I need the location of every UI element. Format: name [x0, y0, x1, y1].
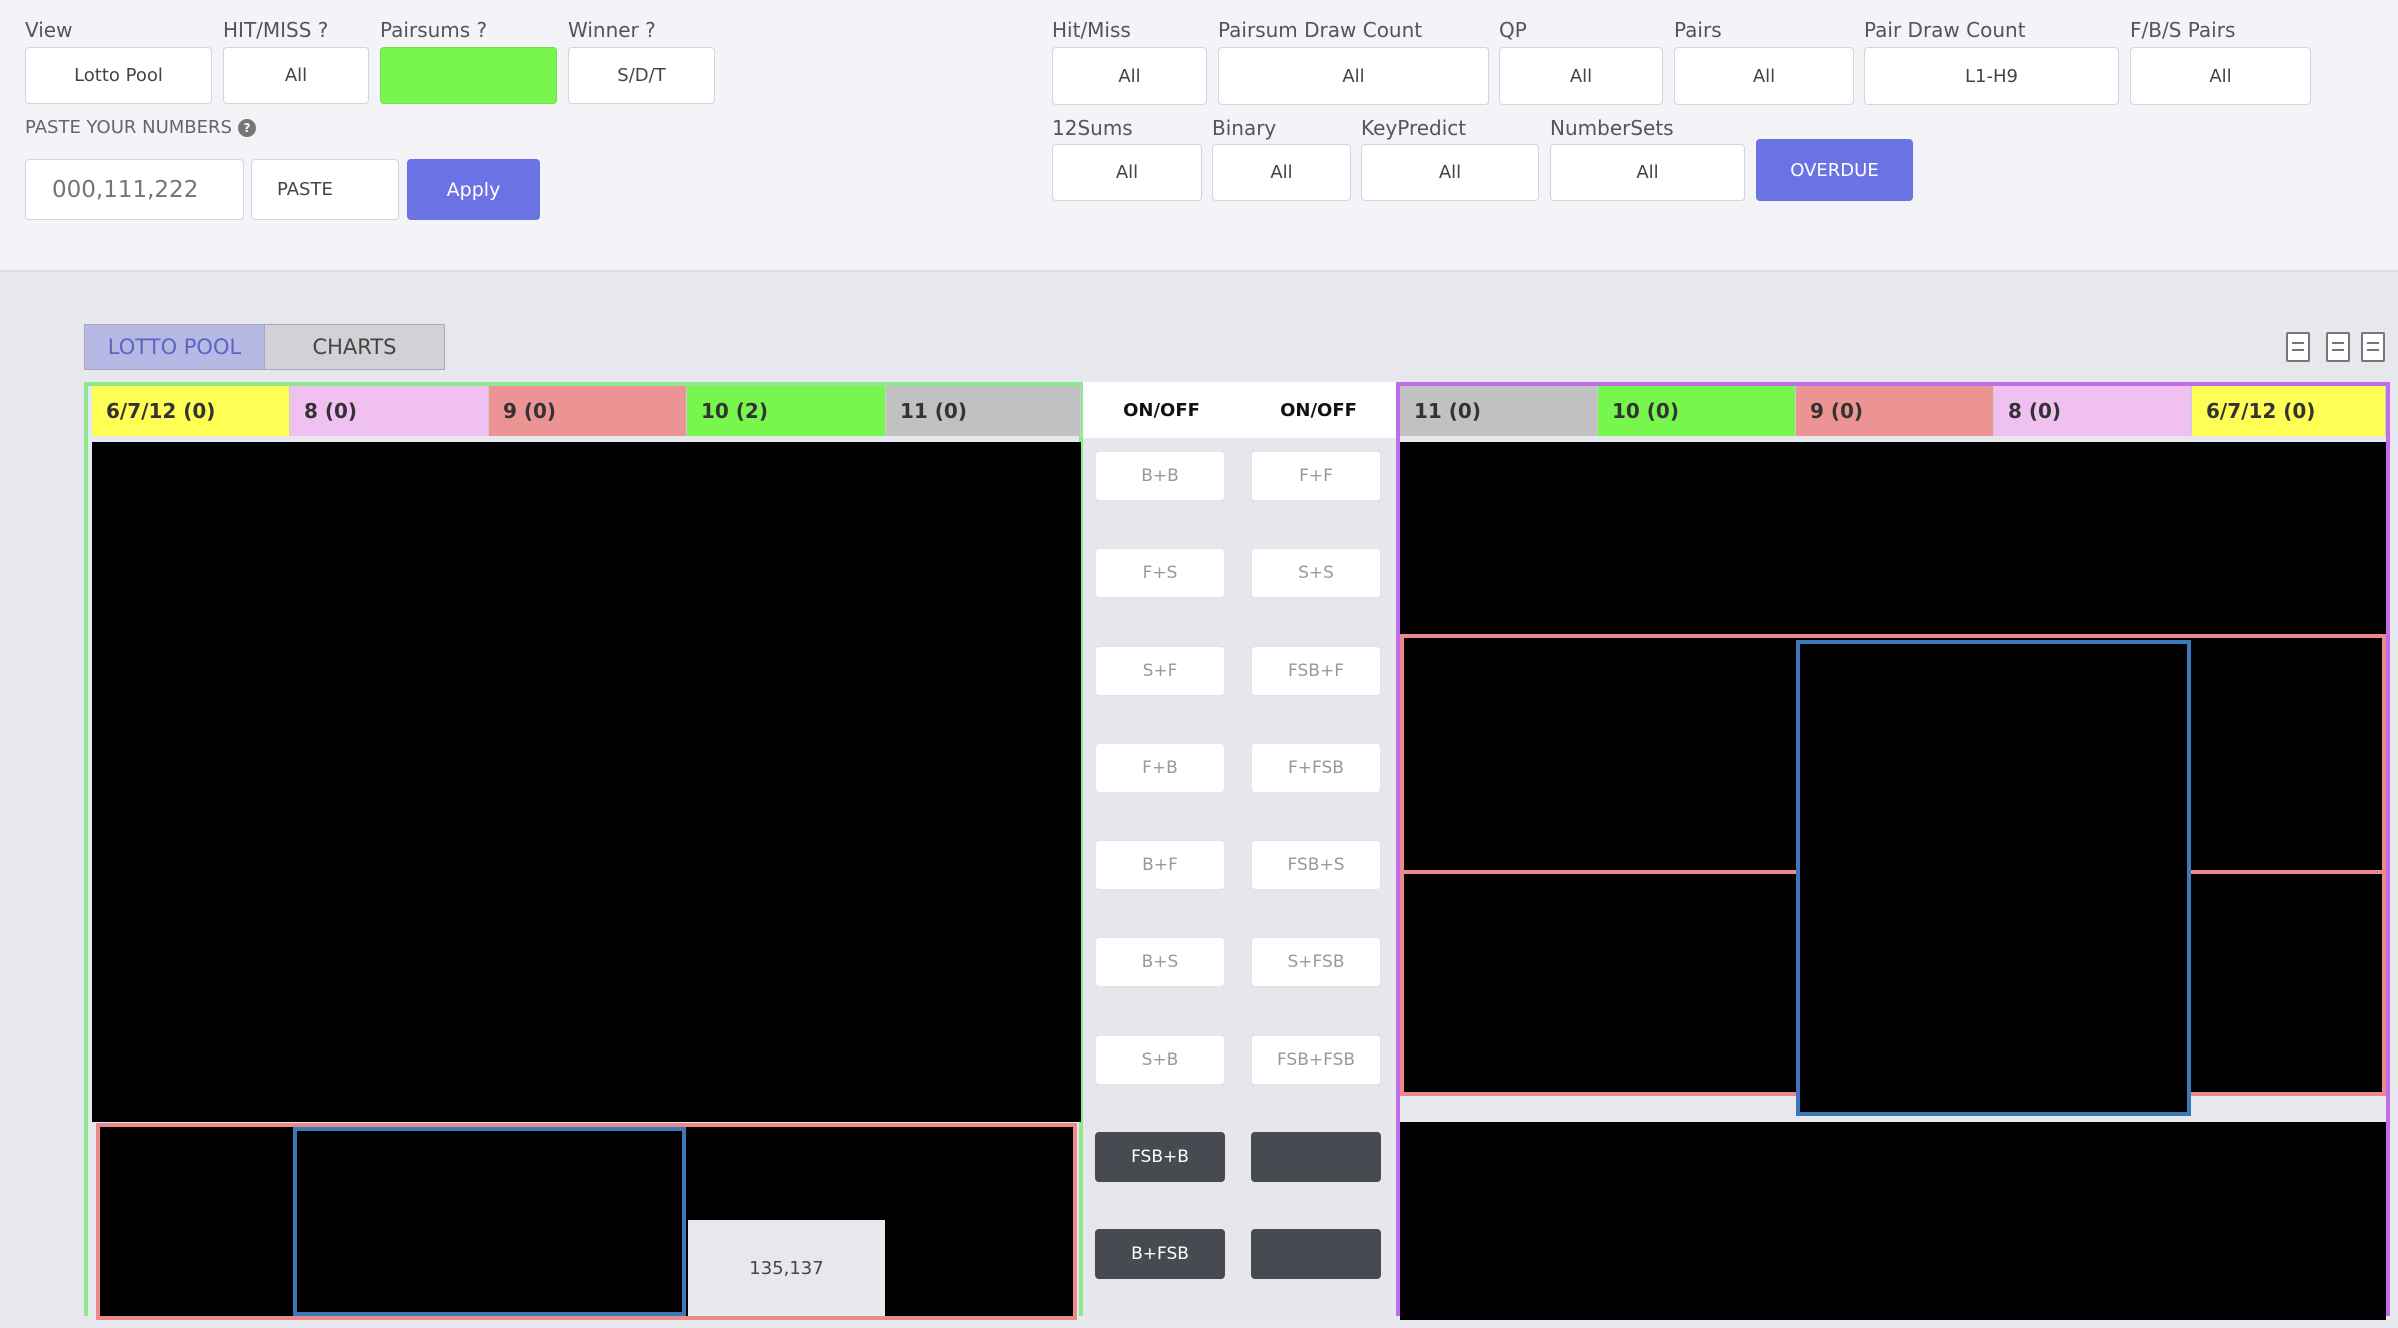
qp-label: QP: [1499, 18, 1527, 42]
results-area: [1400, 442, 2386, 634]
sums12-select[interactable]: All: [1052, 144, 1202, 201]
paste-numbers-label-text: PASTE YOUR NUMBERS: [25, 117, 232, 138]
qp-select[interactable]: All: [1499, 47, 1663, 105]
toggle-f-f[interactable]: F+F: [1251, 451, 1381, 501]
pairs-select[interactable]: All: [1674, 47, 1854, 105]
numbersets-label: NumberSets: [1550, 116, 1674, 140]
toggle-fsb-fsb[interactable]: FSB+FSB: [1251, 1035, 1381, 1085]
toggle-fsb-b[interactable]: FSB+B: [1095, 1132, 1225, 1182]
right-column-header[interactable]: 6/7/12 (0): [2192, 386, 2386, 436]
apply-button[interactable]: Apply: [407, 159, 540, 220]
highlight-cell: [1796, 640, 2191, 1116]
pair-draw-count-label: Pair Draw Count: [1864, 18, 2026, 42]
toggle-s-s[interactable]: S+S: [1251, 548, 1381, 598]
toggle-f-s[interactable]: F+S: [1095, 548, 1225, 598]
view-label: View: [25, 18, 73, 42]
right-grid-panel: 11 (0) 10 (0) 9 (0) 8 (0) 6/7/12 (0): [1396, 382, 2390, 1320]
toggle-f-fsb[interactable]: F+FSB: [1251, 743, 1381, 793]
onoff-header: ON/OFF: [1083, 382, 1240, 438]
copy-icon[interactable]: [2286, 332, 2310, 362]
binary-label: Binary: [1212, 116, 1277, 140]
view-select[interactable]: Lotto Pool: [25, 47, 212, 104]
binary-select[interactable]: All: [1212, 144, 1351, 201]
toggle-blank[interactable]: [1251, 1229, 1381, 1279]
toggle-b-b[interactable]: B+B: [1095, 451, 1225, 501]
toggle-s-b[interactable]: S+B: [1095, 1035, 1225, 1085]
toggle-b-f[interactable]: B+F: [1095, 840, 1225, 890]
number-cell[interactable]: 135,137: [688, 1220, 885, 1316]
left-column-header[interactable]: 10 (2): [687, 386, 886, 436]
right-column-header[interactable]: 11 (0): [1400, 386, 1598, 436]
paste-numbers-label: PASTE YOUR NUMBERS?: [25, 117, 256, 138]
hitmiss-select[interactable]: All: [223, 47, 369, 104]
toggle-fsb-s[interactable]: FSB+S: [1251, 840, 1381, 890]
left-column-header[interactable]: 11 (0): [886, 386, 1081, 436]
toggle-b-s[interactable]: B+S: [1095, 937, 1225, 987]
hitmiss-label: HIT/MISS ?: [223, 18, 329, 42]
right-column-header[interactable]: 8 (0): [1994, 386, 2192, 436]
toggle-s-fsb[interactable]: S+FSB: [1251, 937, 1381, 987]
right-column-header[interactable]: 9 (0): [1796, 386, 1994, 436]
winner-select[interactable]: S/D/T: [568, 47, 715, 104]
filter-bar: View Lotto Pool HIT/MISS ? All Pairsums …: [0, 0, 2398, 272]
pairsum-draw-count-label: Pairsum Draw Count: [1218, 18, 1423, 42]
pairsum-draw-count-select[interactable]: All: [1218, 47, 1489, 105]
hit-miss-select[interactable]: All: [1052, 47, 1207, 105]
copy-icon[interactable]: [2326, 332, 2350, 362]
left-column-header[interactable]: 8 (0): [290, 386, 489, 436]
overdue-button[interactable]: OVERDUE: [1756, 139, 1913, 201]
tab-lotto-pool[interactable]: LOTTO POOL: [84, 324, 265, 370]
paste-numbers-input[interactable]: [25, 159, 244, 220]
keypredict-select[interactable]: All: [1361, 144, 1539, 201]
results-area: [1400, 1122, 2386, 1320]
toggle-s-f[interactable]: S+F: [1095, 646, 1225, 696]
copy-icon[interactable]: [2361, 332, 2385, 362]
left-grid-panel: 6/7/12 (0) 8 (0) 9 (0) 10 (2) 11 (0) 135…: [84, 382, 1083, 1320]
onoff-header: ON/OFF: [1240, 382, 1397, 438]
toggle-f-b[interactable]: F+B: [1095, 743, 1225, 793]
pairs-label: Pairs: [1674, 18, 1722, 42]
pairsums-label: Pairsums ?: [380, 18, 488, 42]
fbs-pairs-label: F/B/S Pairs: [2130, 18, 2236, 42]
toggle-b-fsb[interactable]: B+FSB: [1095, 1229, 1225, 1279]
results-area: [92, 442, 1081, 1122]
keypredict-label: KeyPredict: [1361, 116, 1467, 140]
right-column-header[interactable]: 10 (0): [1598, 386, 1796, 436]
left-column-header[interactable]: 6/7/12 (0): [92, 386, 290, 436]
toggle-fsb-f[interactable]: FSB+F: [1251, 646, 1381, 696]
left-column-header[interactable]: 9 (0): [489, 386, 687, 436]
onoff-panel: ON/OFF ON/OFF B+B F+S S+F F+B B+F B+S S+…: [1083, 382, 1397, 1316]
tab-charts[interactable]: CHARTS: [264, 324, 445, 370]
highlight-cell: [293, 1127, 686, 1316]
pair-draw-count-select[interactable]: L1-H9: [1864, 47, 2119, 105]
sums12-label: 12Sums: [1052, 116, 1133, 140]
help-icon[interactable]: ?: [237, 119, 256, 137]
fbs-pairs-select[interactable]: All: [2130, 47, 2311, 105]
pairsums-select[interactable]: [380, 47, 557, 104]
numbersets-select[interactable]: All: [1550, 144, 1745, 201]
winner-label: Winner ?: [568, 18, 656, 42]
paste-button[interactable]: PASTE: [251, 159, 399, 220]
toggle-blank[interactable]: [1251, 1132, 1381, 1182]
hit-miss-label: Hit/Miss: [1052, 18, 1131, 42]
